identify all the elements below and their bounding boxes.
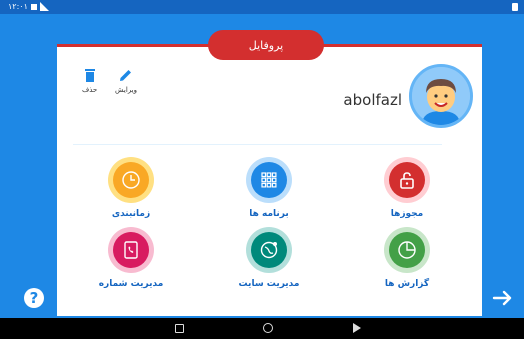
- grid-label: برنامه ها: [249, 209, 289, 219]
- apps-grid-svg: [261, 172, 277, 188]
- profile-tab[interactable]: پروفایل: [208, 30, 324, 60]
- globe-svg: [260, 241, 278, 259]
- delete-label: حذف: [82, 86, 98, 94]
- number-management-tile: [108, 227, 154, 273]
- apps-tile: [246, 157, 292, 203]
- username: abolfazl: [343, 91, 402, 109]
- scheduling-tile: [108, 157, 154, 203]
- permissions-tile: [384, 157, 430, 203]
- pie-chart-svg: [398, 241, 416, 259]
- lock-icon: [389, 162, 425, 198]
- edit-label: ویرایش: [115, 86, 138, 94]
- globe-icon: [251, 232, 287, 268]
- grid-item-number-management[interactable]: مدیریت شماره: [81, 227, 181, 289]
- delete-button[interactable]: حذف: [82, 68, 97, 94]
- grid-label: مدیریت سایت: [238, 279, 300, 289]
- question-icon: ?: [29, 289, 39, 307]
- grid-item-scheduling[interactable]: زمانبندی: [81, 157, 181, 219]
- reports-tile: [384, 227, 430, 273]
- profile-card: abolfazl ویرایش حذف مجوزها برنامه ها زما…: [57, 44, 482, 316]
- grid-item-reports[interactable]: گزارش ها: [357, 227, 457, 289]
- clock-icon: [113, 162, 149, 198]
- notification-icon: [30, 3, 37, 10]
- help-button[interactable]: ?: [24, 288, 44, 308]
- grid-label: مدیریت شماره: [98, 279, 164, 289]
- grid-label: مجوزها: [390, 209, 424, 219]
- pencil-icon: [120, 70, 131, 81]
- status-bar: ۱۲:۰۱: [0, 0, 524, 14]
- grid-label: زمانبندی: [111, 209, 151, 219]
- avatar[interactable]: [409, 64, 473, 128]
- battery-icon: [512, 3, 518, 11]
- phonebook-icon: [113, 232, 149, 268]
- signal-icon: [39, 2, 49, 11]
- grid-item-apps[interactable]: برنامه ها: [219, 157, 319, 219]
- navigation-bar: [0, 318, 524, 339]
- clock-svg: [122, 171, 140, 189]
- home-button[interactable]: [263, 323, 273, 333]
- back-button[interactable]: [353, 323, 361, 333]
- divider: [73, 144, 442, 145]
- edit-button[interactable]: ویرایش: [115, 68, 137, 94]
- grid-item-permissions[interactable]: مجوزها: [357, 157, 457, 219]
- boy-avatar-icon: [412, 67, 470, 125]
- recent-apps-button[interactable]: [175, 324, 184, 333]
- status-time: ۱۲:۰۱: [8, 2, 28, 11]
- arrow-right-icon[interactable]: [492, 288, 514, 308]
- site-management-tile: [246, 227, 292, 273]
- pie-chart-icon: [389, 232, 425, 268]
- trash-icon: [84, 69, 95, 82]
- lock-svg: [400, 172, 414, 189]
- status-left: ۱۲:۰۱: [8, 2, 49, 11]
- apps-grid-icon: [251, 162, 287, 198]
- phonebook-svg: [124, 241, 138, 259]
- grid-label: گزارش ها: [384, 279, 430, 289]
- grid-item-site-management[interactable]: مدیریت سایت: [219, 227, 319, 289]
